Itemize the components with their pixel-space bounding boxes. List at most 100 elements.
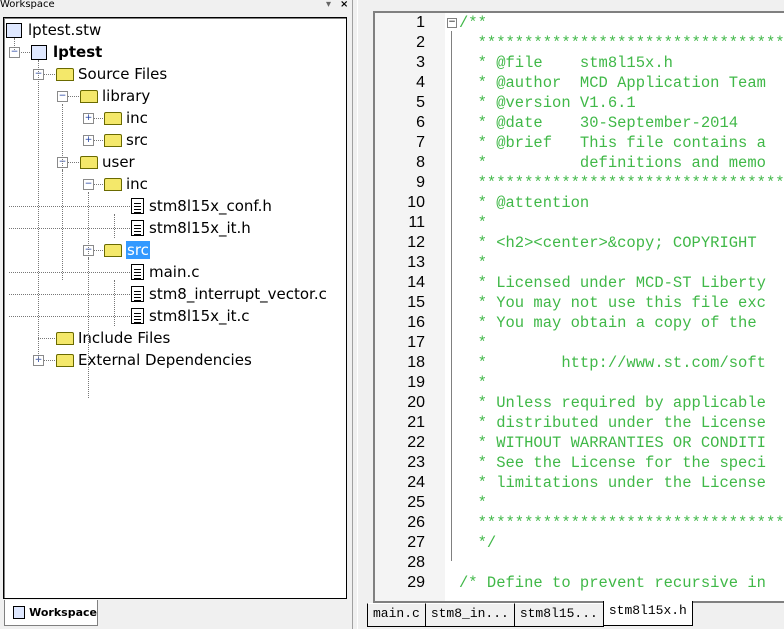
code-text: * You may obtain a copy of the (459, 314, 757, 332)
file-icon (131, 286, 144, 302)
tree-item[interactable]: src (104, 130, 148, 150)
tree-item-label: stm8l15x_it.c (149, 307, 250, 325)
code-text: * (459, 374, 487, 392)
tree-connector (62, 170, 63, 280)
close-icon[interactable]: × (340, 0, 348, 10)
workspace-title: Workspace (0, 0, 55, 10)
tree-item[interactable]: stm8l15x_it.h (131, 218, 251, 238)
tree-item[interactable]: stm8l15x_conf.h (131, 196, 272, 216)
file-icon (131, 220, 144, 236)
tree-item-label: src (126, 241, 150, 259)
tree-item[interactable]: Source Files (56, 64, 167, 84)
tree-item[interactable]: lptest.stw (6, 20, 101, 40)
line-number: 10 (407, 194, 425, 211)
line-number: 1 (416, 14, 425, 31)
tree-item[interactable]: stm8l15x_it.c (131, 306, 250, 326)
code-text: * See the License for the speci (459, 454, 766, 472)
code-text: * @version V1.6.1 (459, 94, 636, 112)
editor-tabs: main.c stm8_in... stm8l15... stm8l15x.h (367, 601, 693, 627)
code-text: * Licensed under MCD-ST Liberty (459, 274, 766, 292)
code-editor[interactable]: − 1/** 2 ********************************… (373, 11, 784, 603)
tree-connector (9, 228, 130, 229)
collapse-icon[interactable]: − (57, 91, 68, 102)
file-icon (131, 198, 144, 214)
line-number: 20 (407, 394, 425, 411)
code-text: * (459, 334, 487, 352)
code-text: * @author MCD Application Team (459, 74, 766, 92)
code-text: ****************************************… (477, 34, 784, 52)
tree-item-label: library (102, 87, 151, 105)
code-text: * distributed under the License (459, 414, 766, 432)
workspace-tree: lptest.stw lptest − Source Files − library − in… (3, 17, 347, 599)
code-text: * WITHOUT WARRANTIES OR CONDITI (459, 434, 766, 452)
tree-connector (9, 294, 130, 295)
line-number: 18 (407, 354, 425, 371)
tree-connector (9, 272, 130, 273)
tree-item[interactable]: stm8_interrupt_vector.c (131, 284, 327, 304)
workspace-icon (6, 22, 22, 38)
splitter[interactable] (352, 0, 358, 629)
line-number: 14 (407, 274, 425, 291)
line-number: 16 (407, 314, 425, 331)
tree-item-label: inc (126, 175, 148, 193)
tree-item[interactable]: library (80, 86, 150, 106)
expand-icon[interactable]: + (83, 113, 94, 124)
line-number: 5 (416, 94, 425, 111)
tree-item-label: src (126, 131, 148, 149)
tree-item[interactable]: inc (104, 108, 148, 128)
folder-icon (80, 89, 98, 103)
folder-icon (56, 67, 74, 81)
collapse-icon[interactable]: − (83, 179, 94, 190)
code-text: * definitions and memo (459, 154, 766, 172)
line-number: 17 (407, 334, 425, 351)
code-text: * <h2><center>&copy; COPYRIGHT (459, 234, 757, 252)
tree-item[interactable]: External Dependencies (56, 350, 252, 370)
file-icon (131, 264, 144, 280)
folder-icon (104, 177, 122, 191)
tree-item[interactable]: inc (104, 174, 148, 194)
code-text: * limitations under the License (459, 474, 766, 492)
line-number: 23 (407, 454, 425, 471)
code-text: * @brief This file contains a (459, 134, 766, 152)
line-number: 6 (416, 114, 425, 131)
fold-collapse-icon[interactable]: − (447, 18, 457, 28)
tree-connector (88, 258, 89, 398)
tree-connector (14, 38, 15, 50)
tab-workspace[interactable]: Workspace (4, 600, 98, 626)
code-text: * @file stm8l15x.h (459, 54, 673, 72)
expand-icon[interactable]: + (83, 135, 94, 146)
tree-connector (38, 60, 39, 360)
tree-item-label: stm8_interrupt_vector.c (149, 285, 327, 303)
line-number: 26 (407, 514, 425, 531)
code-text: * (459, 494, 487, 512)
tree-item[interactable]: src (104, 240, 150, 260)
file-tab[interactable]: main.c (367, 603, 426, 627)
line-number: 11 (408, 214, 425, 231)
code-text: * (459, 254, 487, 272)
tree-item-label: inc (126, 109, 148, 127)
file-tab[interactable]: stm8l15... (513, 603, 604, 627)
tree-item-label: Include Files (78, 329, 171, 347)
tree-item[interactable]: Include Files (56, 328, 170, 348)
line-number: 21 (407, 414, 425, 431)
code-text: ****************************************… (477, 514, 784, 532)
line-number: 19 (407, 374, 425, 391)
line-number: 9 (416, 174, 425, 191)
tree-item[interactable]: user (80, 152, 135, 172)
file-tab[interactable]: stm8l15x.h (602, 601, 693, 626)
line-number: 7 (416, 134, 425, 151)
line-number: 4 (416, 74, 425, 91)
tree-item-label: External Dependencies (78, 351, 252, 369)
folder-icon (80, 155, 98, 169)
line-number: 28 (407, 554, 425, 571)
tree-item[interactable]: lptest (31, 42, 102, 62)
tree-item[interactable]: main.c (131, 262, 200, 282)
tab-label: Workspace (29, 606, 97, 619)
tree-item-label: lptest (53, 43, 103, 61)
code-text: /** (459, 14, 487, 32)
file-tab[interactable]: stm8_in... (424, 603, 515, 627)
tree-connector (114, 214, 115, 238)
pin-dropdown-icon[interactable]: ▾ (326, 0, 331, 10)
folder-icon (104, 133, 122, 147)
line-number: 3 (416, 54, 425, 71)
